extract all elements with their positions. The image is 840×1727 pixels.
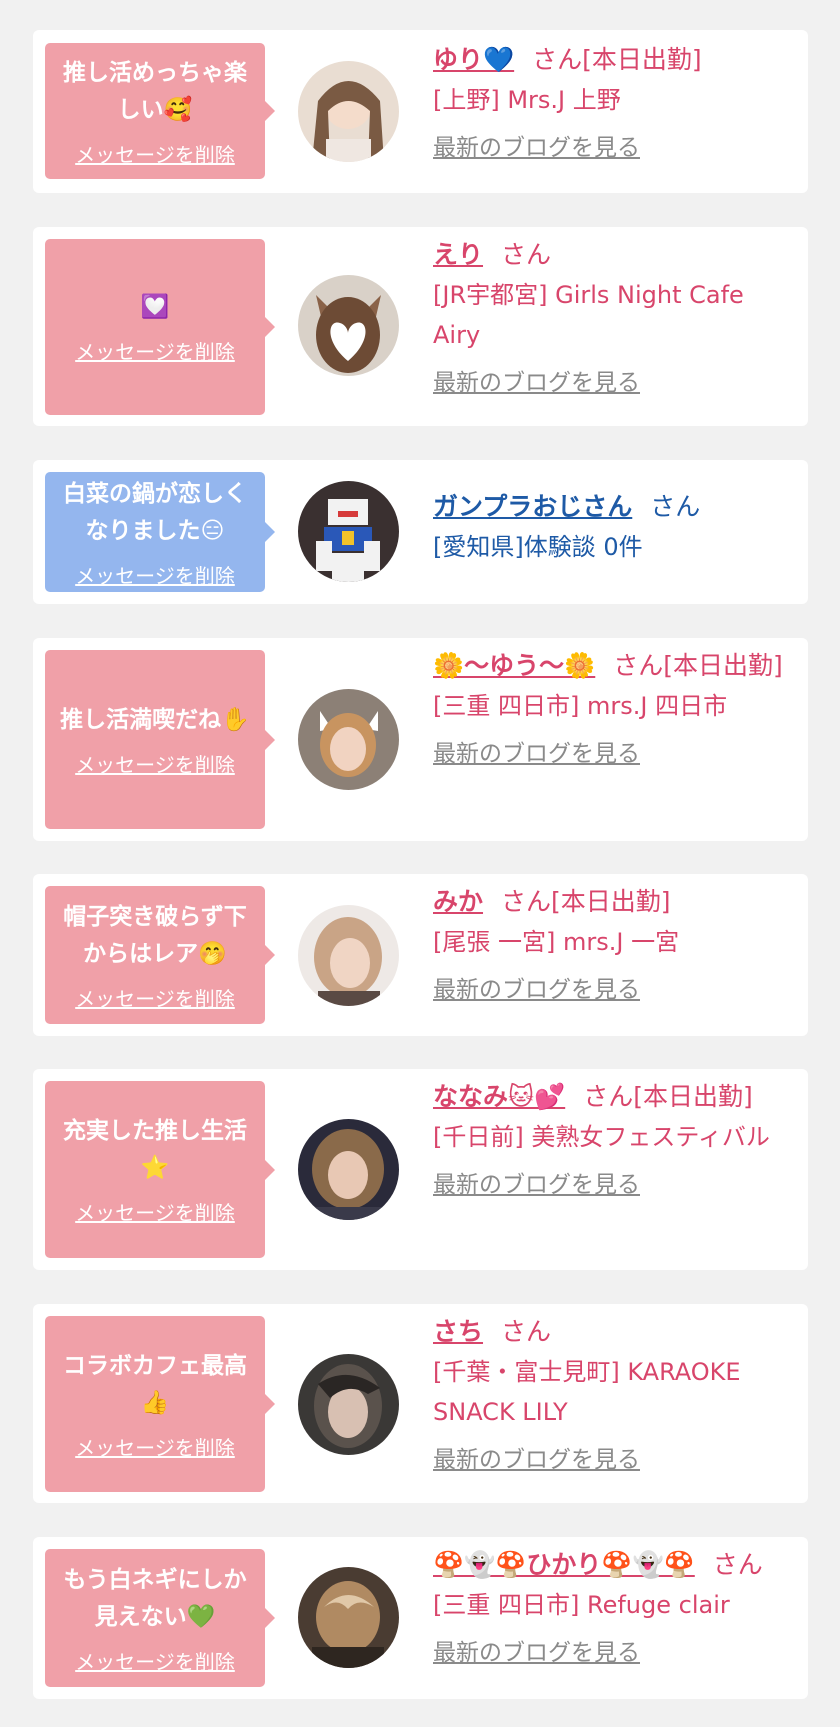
favorites-list: 推し活めっちゃ楽 しい🥰 メッセージを削除 ゆり💙 さん[本日出勤] [上野] M… [0, 0, 840, 1727]
shop-name: [千葉・富士見町] KARAOKE SNACK LILY [433, 1358, 741, 1426]
avatar[interactable] [298, 1567, 399, 1668]
message-text: 推し活めっちゃ楽 しい🥰 [63, 59, 247, 123]
favorite-card: 推し活めっちゃ楽 しい🥰 メッセージを削除 ゆり💙 さん[本日出勤] [上野] M… [33, 30, 808, 193]
message-text: 推し活満喫だね✋ [60, 706, 250, 733]
message-bubble: 推し活満喫だね✋ メッセージを削除 [45, 650, 275, 829]
profile-status: さん[本日出勤] [532, 45, 702, 74]
profile-info: ゆり💙 さん[本日出勤] [上野] Mrs.J 上野 最新のブログを見る [433, 40, 798, 168]
avatar[interactable] [298, 275, 399, 376]
profile-status: さん [650, 492, 701, 521]
profile-name-link[interactable]: さち [433, 1317, 483, 1346]
shop-name: [三重 四日市] mrs.J 四日市 [433, 692, 728, 720]
avatar[interactable] [298, 1119, 399, 1220]
profile-info: ガンプラおじさん さん [愛知県]体験談 0件 [433, 487, 798, 567]
delete-message-link[interactable]: メッセージを削除 [75, 749, 235, 778]
message-text: 充実した推し生活 ⭐ [63, 1118, 247, 1181]
latest-blog-link[interactable]: 最新のブログを見る [433, 1440, 640, 1480]
latest-blog-link[interactable]: 最新のブログを見る [433, 734, 640, 774]
shop-name: [三重 四日市] Refuge clair [433, 1591, 730, 1619]
delete-message-link[interactable]: メッセージを削除 [75, 336, 235, 365]
message-bubble: 推し活めっちゃ楽 しい🥰 メッセージを削除 [45, 43, 275, 179]
profile-name-link[interactable]: えり [433, 240, 483, 269]
profile-status: さん[本日出勤] [501, 887, 671, 916]
shop-name: [尾張 一宮] mrs.J 一宮 [433, 928, 680, 956]
message-bubble: もう白ネギにしか 見えない💚 メッセージを削除 [45, 1549, 275, 1687]
avatar[interactable] [298, 689, 399, 790]
favorite-card: 白菜の鍋が恋しく なりました😑 メッセージを削除 ガンプラおじさん さん [愛知県… [33, 460, 808, 604]
avatar[interactable] [298, 905, 399, 1006]
latest-blog-link[interactable]: 最新のブログを見る [433, 970, 640, 1010]
shop-name: [JR宇都宮] Girls Night Cafe Airy [433, 281, 744, 349]
shop-name: [愛知県]体験談 0件 [433, 533, 643, 561]
delete-message-link[interactable]: メッセージを削除 [75, 1646, 235, 1675]
profile-status: さん [501, 1317, 552, 1346]
favorite-card: 推し活満喫だね✋ メッセージを削除 🌼〜ゆう〜🌼 さん[本日出勤] [三重 四日市… [33, 638, 808, 841]
favorite-card: 💟 メッセージを削除 えり さん [JR宇都宮] Girls Night Cafe… [33, 227, 808, 426]
message-bubble: 帽子突き破らず下 からはレア🤭 メッセージを削除 [45, 886, 275, 1024]
message-bubble: 白菜の鍋が恋しく なりました😑 メッセージを削除 [45, 472, 275, 592]
shop-name: [上野] Mrs.J 上野 [433, 86, 621, 114]
favorite-card: 帽子突き破らず下 からはレア🤭 メッセージを削除 みか さん[本日出勤] [尾張 … [33, 874, 808, 1036]
message-bubble: 💟 メッセージを削除 [45, 239, 275, 415]
profile-name-link[interactable]: ガンプラおじさん [433, 492, 632, 521]
message-text: 💟 [140, 294, 170, 320]
avatar[interactable] [298, 481, 399, 582]
latest-blog-link[interactable]: 最新のブログを見る [433, 363, 640, 403]
message-bubble: コラボカフェ最高 👍 メッセージを削除 [45, 1316, 275, 1492]
latest-blog-link[interactable]: 最新のブログを見る [433, 1165, 640, 1205]
profile-info: ななみ🐱💕 さん[本日出勤] [千日前] 美熟女フェスティバル 最新のブログを見る [433, 1077, 798, 1205]
favorite-card: コラボカフェ最高 👍 メッセージを削除 さち さん [千葉・富士見町] KARAO… [33, 1304, 808, 1503]
latest-blog-link[interactable]: 最新のブログを見る [433, 1633, 640, 1673]
favorite-card: 充実した推し生活 ⭐ メッセージを削除 ななみ🐱💕 さん[本日出勤] [千日前] … [33, 1069, 808, 1270]
message-text: もう白ネギにしか 見えない💚 [63, 1566, 247, 1630]
profile-status: さん [501, 240, 552, 269]
profile-info: えり さん [JR宇都宮] Girls Night Cafe Airy 最新のブロ… [433, 235, 798, 403]
profile-name-link[interactable]: ななみ🐱💕 [433, 1082, 565, 1111]
profile-status: さん [712, 1550, 763, 1579]
profile-info: 🍄👻🍄ひかり🍄👻🍄 さん [三重 四日市] Refuge clair 最新のブログ… [433, 1545, 798, 1673]
profile-info: 🌼〜ゆう〜🌼 さん[本日出勤] [三重 四日市] mrs.J 四日市 最新のブログ… [433, 646, 798, 774]
profile-name-link[interactable]: 🌼〜ゆう〜🌼 [433, 651, 595, 680]
shop-name: [千日前] 美熟女フェスティバル [433, 1123, 770, 1151]
profile-info: さち さん [千葉・富士見町] KARAOKE SNACK LILY 最新のブログ… [433, 1312, 798, 1480]
latest-blog-link[interactable]: 最新のブログを見る [433, 128, 640, 168]
avatar[interactable] [298, 1354, 399, 1455]
message-text: 白菜の鍋が恋しく なりました😑 [63, 480, 247, 544]
profile-name-link[interactable]: ゆり💙 [433, 45, 514, 74]
message-text: コラボカフェ最高 👍 [63, 1352, 247, 1416]
delete-message-link[interactable]: メッセージを削除 [75, 1197, 235, 1226]
profile-name-link[interactable]: 🍄👻🍄ひかり🍄👻🍄 [433, 1550, 695, 1579]
delete-message-link[interactable]: メッセージを削除 [75, 139, 235, 168]
message-text: 帽子突き破らず下 からはレア🤭 [63, 903, 247, 967]
message-bubble: 充実した推し生活 ⭐ メッセージを削除 [45, 1081, 275, 1258]
profile-status: さん[本日出勤] [583, 1082, 753, 1111]
profile-status: さん[本日出勤] [613, 651, 783, 680]
profile-info: みか さん[本日出勤] [尾張 一宮] mrs.J 一宮 最新のブログを見る [433, 882, 798, 1010]
profile-name-link[interactable]: みか [433, 887, 483, 916]
favorite-card: もう白ネギにしか 見えない💚 メッセージを削除 🍄👻🍄ひかり🍄👻🍄 さん [三重 … [33, 1537, 808, 1699]
delete-message-link[interactable]: メッセージを削除 [75, 983, 235, 1012]
delete-message-link[interactable]: メッセージを削除 [75, 1432, 235, 1461]
delete-message-link[interactable]: メッセージを削除 [75, 560, 235, 589]
avatar[interactable] [298, 61, 399, 162]
